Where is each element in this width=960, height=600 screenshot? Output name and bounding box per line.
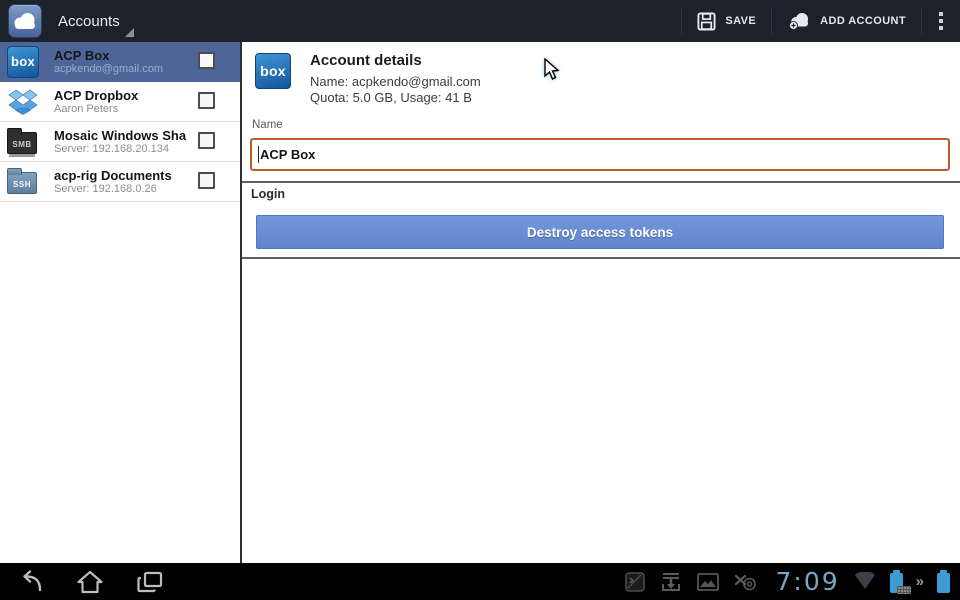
box-account-icon: box [7,46,39,78]
recent-apps-button[interactable] [120,563,180,600]
accounts-list: box ACP Box acpkendo@gmail.com [0,42,240,563]
account-subtitle: Server: 192.168.20.134 [54,143,186,156]
account-subtitle: Server: 192.168.0.26 [54,183,186,196]
name-input-value: ACP Box [260,147,315,162]
box-detail-icon: box [255,53,291,89]
name-input[interactable]: ACP Box [250,138,950,171]
spinner-dropdown-icon [125,28,134,37]
keyboard-dock-icon [897,586,911,594]
overflow-menu-button[interactable] [922,0,960,42]
sync-disabled-notification-icon [733,572,757,592]
image-notification-icon [696,571,720,593]
back-icon [16,570,44,594]
text-caret [258,146,259,163]
add-account-icon [787,12,811,31]
dock-battery-icon [890,573,903,593]
status-clock: 7:09 [776,569,840,594]
account-title: ACP Dropbox [54,88,186,103]
account-subtitle: Aaron Peters [54,103,186,116]
details-heading: Account details [310,52,422,69]
recent-apps-icon [137,570,163,594]
status-bar[interactable]: 7:09 » [624,569,960,594]
account-subtitle: acpkendo@gmail.com [54,63,186,76]
section-divider [242,257,960,259]
cloud-icon [12,11,38,31]
details-quota: Quota: 5.0 GB, Usage: 41 B [310,90,472,105]
details-account-name: Name: acpkendo@gmail.com [310,74,481,89]
title-spinner[interactable]: Accounts [42,0,138,42]
account-checkbox[interactable] [198,172,215,189]
destroy-access-tokens-button[interactable]: Destroy access tokens [256,215,944,249]
account-checkbox[interactable] [198,92,215,109]
wifi-icon [853,572,877,592]
account-list-item-dropbox[interactable]: ACP Dropbox Aaron Peters [0,82,240,122]
account-checkbox[interactable] [198,52,215,69]
home-icon [77,570,103,594]
add-account-label: ADD ACCOUNT [820,15,906,27]
account-details-panel: box Account details Name: acpkendo@gmail… [242,42,960,563]
smb-badge: SMB [12,140,31,149]
tablet-battery-icon [937,573,950,593]
page-title: Accounts [58,13,120,30]
terminal-notification-icon [624,571,646,593]
account-text: acp-rig Documents Server: 192.168.0.26 [54,168,186,196]
box-logo-text: box [260,63,286,79]
ssh-account-icon: SSH [7,166,39,198]
action-bar-buttons: SAVE ADD ACCOUNT [681,0,960,42]
save-button[interactable]: SAVE [682,0,771,42]
save-icon [697,12,716,31]
download-notification-icon [659,570,683,594]
content-area: box ACP Box acpkendo@gmail.com [0,42,960,563]
account-title: Mosaic Windows Shared Fil [54,128,186,143]
account-list-item-box[interactable]: box ACP Box acpkendo@gmail.com [0,42,240,82]
smb-account-icon: SMB [7,126,39,158]
login-section-label: Login [251,187,285,201]
action-bar: Accounts SAVE [0,0,960,42]
name-field-label: Name [252,119,283,131]
account-text: ACP Dropbox Aaron Peters [54,88,186,116]
ssh-badge: SSH [13,180,31,189]
account-checkbox[interactable] [198,132,215,149]
more-notifications-icon: » [916,574,924,589]
app-icon[interactable] [8,4,42,38]
add-account-button[interactable]: ADD ACCOUNT [772,0,921,42]
back-button[interactable] [0,563,60,600]
box-logo-text: box [11,54,35,69]
section-divider [242,181,960,183]
mouse-cursor [544,58,562,82]
account-title: ACP Box [54,48,186,63]
save-label: SAVE [725,15,756,27]
account-list-item-smb[interactable]: SMB Mosaic Windows Shared Fil Server: 19… [0,122,240,162]
account-list-item-ssh[interactable]: SSH acp-rig Documents Server: 192.168.0.… [0,162,240,202]
account-text: Mosaic Windows Shared Fil Server: 192.16… [54,128,186,156]
home-button[interactable] [60,563,120,600]
account-text: ACP Box acpkendo@gmail.com [54,48,186,76]
system-navigation-bar: 7:09 » [0,563,960,600]
account-title: acp-rig Documents [54,168,186,183]
screen: Accounts SAVE [0,0,960,600]
dropbox-account-icon [7,86,39,118]
